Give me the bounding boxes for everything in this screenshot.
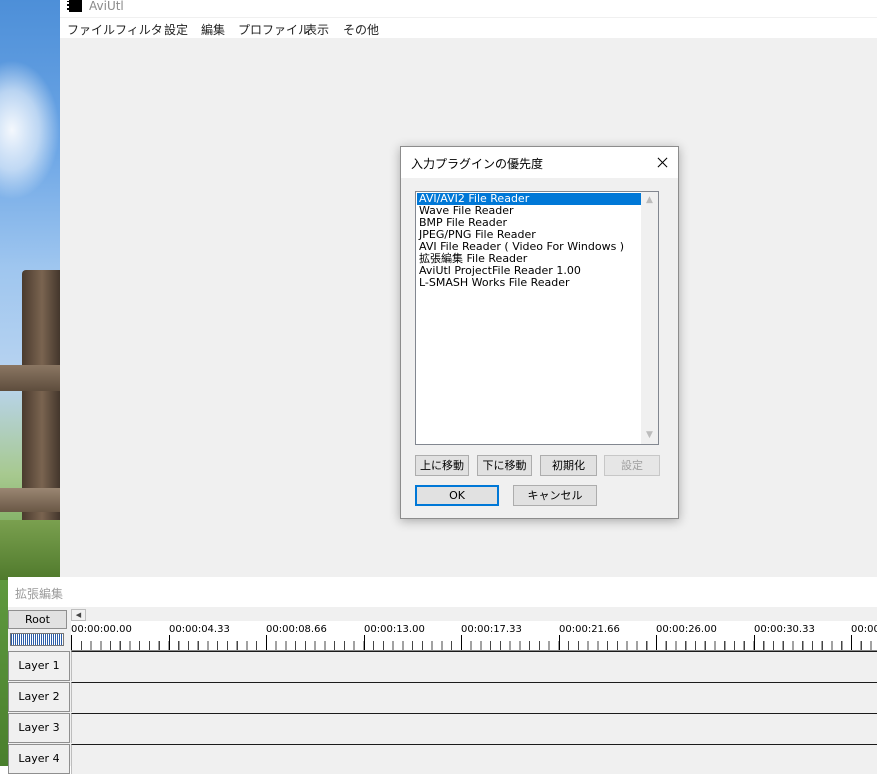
list-scrollbar[interactable]: ▲ ▼ [641,192,658,444]
ruler-major-tick [461,635,462,650]
ruler-major-tick [851,635,852,650]
ruler-label: 00:00:17.33 [461,624,522,635]
layer-row: Layer 3 [8,713,877,743]
layer-label[interactable]: Layer 1 [8,651,70,681]
wallpaper-fence-rail [0,365,60,391]
ruler-major-tick [169,635,170,650]
ruler-label: 00:00:04.33 [169,624,230,635]
plugin-listbox[interactable]: AVI/AVI2 File Reader Wave File Reader BM… [415,191,659,445]
menu-bar: ファイル フィルタ 設定 編集 プロファイル 表示 その他 [60,18,877,38]
timeline-title: 拡張編集 [15,587,64,601]
scroll-down-icon[interactable]: ▼ [641,427,658,444]
menu-edit[interactable]: 編集 [201,21,225,38]
menu-filter[interactable]: フィルタ [115,21,163,38]
list-item[interactable]: L-SMASH Works File Reader [417,277,641,289]
layer-label[interactable]: Layer 3 [8,713,70,743]
scroll-left-icon[interactable]: ◀ [71,609,86,621]
settings-button[interactable]: 設定 [604,455,660,476]
timeline-titlebar: 拡張編集 [8,577,877,607]
ruler-label: 00:00:21.66 [559,624,620,635]
layer-row: Layer 4 [8,744,877,774]
layer-track[interactable] [71,713,877,743]
move-down-button[interactable]: 下に移動 [477,455,532,476]
menu-other[interactable]: その他 [343,21,379,38]
ruler-major-tick [71,635,72,650]
layer-track[interactable] [71,651,877,681]
layer-track[interactable] [71,682,877,712]
menu-profile[interactable]: プロファイル [238,21,310,38]
ruler-label: 00:00 [851,624,877,635]
zoom-slider[interactable] [10,633,64,646]
ruler-label: 00:00:00.00 [71,624,132,635]
layer-row: Layer 2 [8,682,877,712]
ruler-ticks [71,641,877,650]
cancel-button[interactable]: キャンセル [513,485,597,506]
time-ruler[interactable]: 00:00:00.00 00:00:04.33 00:00:08.66 00:0… [71,621,877,651]
extended-edit-window: 拡張編集 Root ◀ 00:00:00.00 00:00:04.33 00:0… [8,577,877,774]
wallpaper-cloud [0,60,60,200]
main-titlebar: AviUtl [60,0,877,17]
ruler-major-tick [754,635,755,650]
layer-label[interactable]: Layer 2 [8,682,70,712]
ruler-major-tick [559,635,560,650]
menu-settings[interactable]: 設定 [164,21,188,38]
layer-track[interactable] [71,744,877,774]
close-icon[interactable] [646,147,678,178]
wallpaper-grass [0,520,60,580]
plugin-list: AVI/AVI2 File Reader Wave File Reader BM… [417,193,641,289]
ruler-major-tick [656,635,657,650]
scroll-up-icon[interactable]: ▲ [641,192,658,209]
input-plugin-priority-dialog: 入力プラグインの優先度 AVI/AVI2 File Reader Wave Fi… [400,146,679,519]
ruler-major-tick [266,635,267,650]
dialog-title: 入力プラグインの優先度 [411,157,544,171]
ruler-label: 00:00:13.00 [364,624,425,635]
dialog-titlebar: 入力プラグインの優先度 [401,147,678,178]
root-button[interactable]: Root [8,610,67,629]
reset-button[interactable]: 初期化 [540,455,597,476]
ok-button[interactable]: OK [415,485,499,506]
layer-row: Layer 1 [8,651,877,681]
move-up-button[interactable]: 上に移動 [415,455,469,476]
ruler-label: 00:00:08.66 [266,624,327,635]
layer-label[interactable]: Layer 4 [8,744,70,774]
wallpaper-fence-rail-lower [0,488,60,512]
app-title: AviUtl [89,0,124,13]
menu-file[interactable]: ファイル [67,21,115,38]
menu-view[interactable]: 表示 [305,21,329,38]
ruler-label: 00:00:30.33 [754,624,815,635]
ruler-label: 00:00:26.00 [656,624,717,635]
app-icon [67,0,82,12]
ruler-major-tick [364,635,365,650]
